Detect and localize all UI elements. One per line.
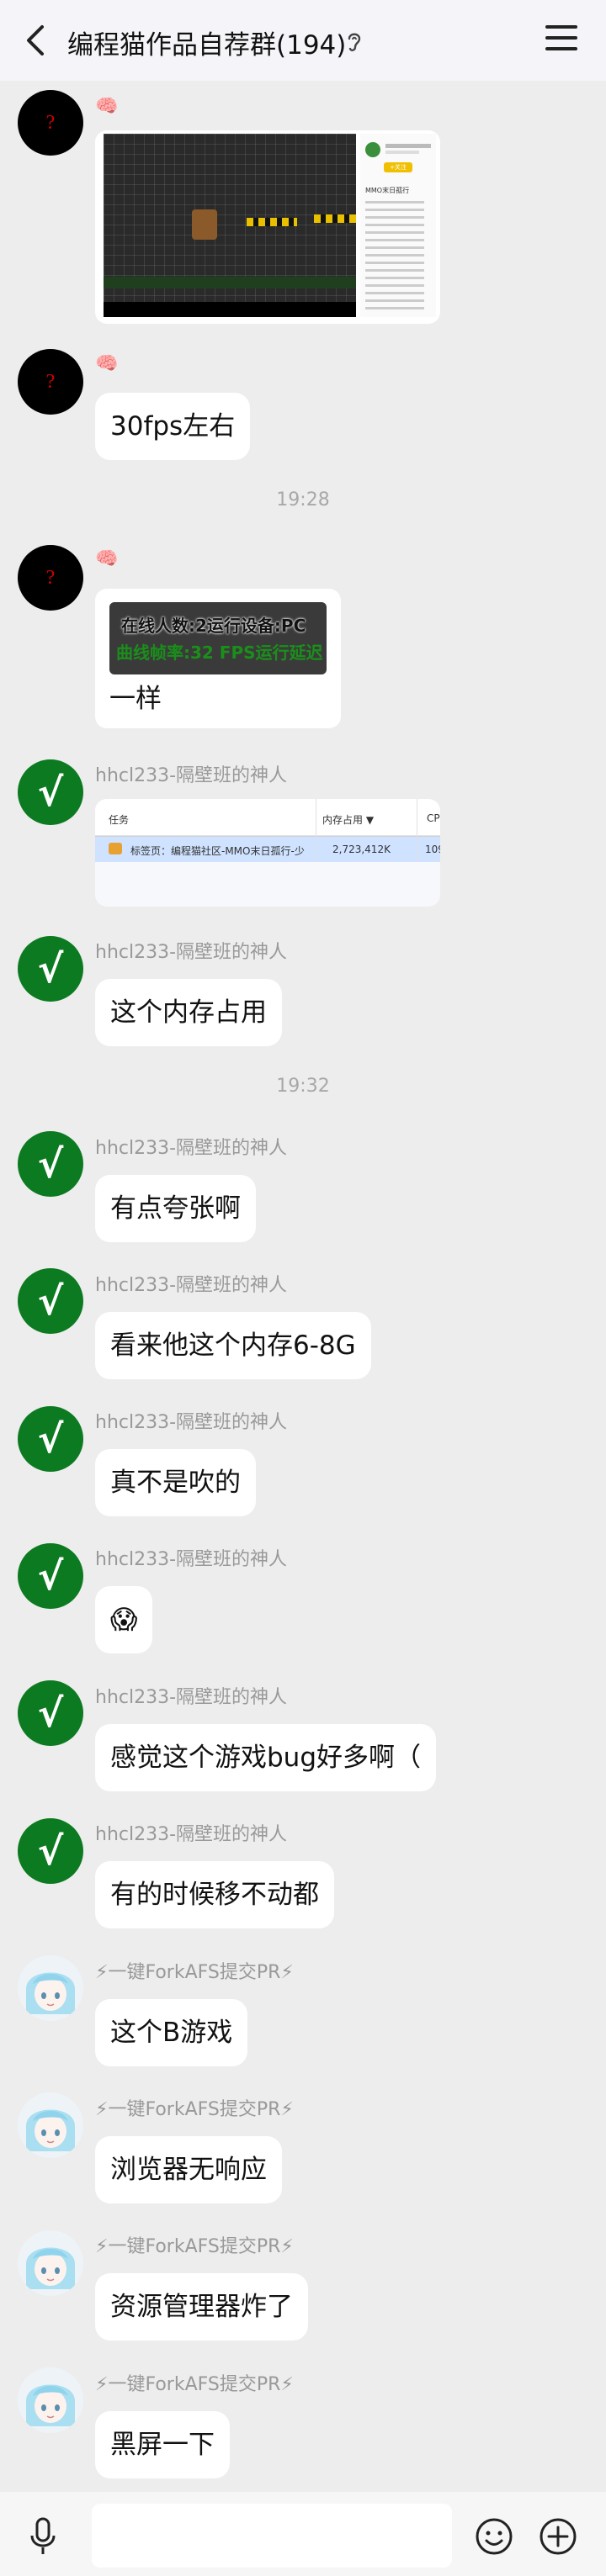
message-bubble[interactable]: 黑屏一下 xyxy=(95,2411,230,2478)
sender-name: ⚡一键ForkAFS提交PR⚡ xyxy=(95,2236,294,2257)
sender-name: 🧠 xyxy=(95,548,119,569)
avatar[interactable]: √ xyxy=(18,1818,83,1884)
message-bubble[interactable]: 30fps左右 xyxy=(95,393,251,460)
sender-name: hhcl233-隔壁班的神人 xyxy=(95,1275,288,1296)
sender-name: hhcl233-隔壁班的神人 xyxy=(95,1549,288,1570)
sender-name: hhcl233-隔壁班的神人 xyxy=(95,765,288,786)
sender-name: hhcl233-隔壁班的神人 xyxy=(95,1412,288,1433)
menu-icon[interactable] xyxy=(545,25,577,56)
avatar[interactable]: ? xyxy=(18,545,83,611)
avatar[interactable]: √ xyxy=(18,1268,83,1334)
avatar[interactable]: ? xyxy=(18,90,83,156)
avatar[interactable]: √ xyxy=(18,759,83,825)
message-bubble[interactable]: 有点夸张啊 xyxy=(95,1175,256,1242)
image-message[interactable]: +关注 MMO末日孤行 xyxy=(95,130,440,324)
message-bubble[interactable]: 在线人数:2运行设备:PC 曲线帧率:32 FPS运行延迟 一样 xyxy=(95,589,341,728)
emoji-icon[interactable] xyxy=(475,2517,513,2556)
avatar[interactable] xyxy=(18,2230,83,2296)
avatar[interactable]: √ xyxy=(18,1406,83,1472)
avatar[interactable] xyxy=(18,2092,83,2158)
anime-avatar-icon xyxy=(18,2367,83,2433)
timestamp: 19:32 xyxy=(276,1076,330,1097)
message-bubble[interactable]: 😱 xyxy=(95,1586,153,1653)
anime-avatar-icon xyxy=(18,2092,83,2158)
input-bar xyxy=(0,2492,606,2576)
plus-icon[interactable] xyxy=(539,2517,577,2556)
game-screenshot xyxy=(104,134,356,317)
sender-name: 🧠 xyxy=(95,96,119,117)
message-bubble[interactable]: 资源管理器炸了 xyxy=(95,2273,308,2341)
avatar[interactable] xyxy=(18,1955,83,2021)
sender-name: 🧠 xyxy=(95,353,119,374)
avatar[interactable]: √ xyxy=(18,1131,83,1197)
avatar[interactable]: √ xyxy=(18,1543,83,1609)
group-title: 编程猫作品自荐群(194) xyxy=(67,30,347,61)
sender-name: hhcl233-隔壁班的神人 xyxy=(95,942,288,963)
anime-avatar-icon xyxy=(18,2230,83,2296)
message-bubble[interactable]: 真不是吹的 xyxy=(95,1449,256,1516)
message-input[interactable] xyxy=(92,2504,452,2568)
sender-name: hhcl233-隔壁班的神人 xyxy=(95,1138,288,1159)
sender-name: ⚡一键ForkAFS提交PR⚡ xyxy=(95,1962,294,1983)
sender-name: ⚡一键ForkAFS提交PR⚡ xyxy=(95,2099,294,2120)
anime-avatar-icon xyxy=(18,1955,83,2021)
message-bubble[interactable]: 看来他这个内存6-8G xyxy=(95,1312,371,1379)
image-thumbnail: 在线人数:2运行设备:PC 曲线帧率:32 FPS运行延迟 xyxy=(109,602,327,674)
ear-icon xyxy=(348,33,361,51)
sender-name: ⚡一键ForkAFS提交PR⚡ xyxy=(95,2374,294,2395)
avatar[interactable] xyxy=(18,2367,83,2433)
timestamp: 19:28 xyxy=(276,489,330,510)
sender-name: hhcl233-隔壁班的神人 xyxy=(95,1824,288,1845)
microphone-icon[interactable] xyxy=(29,2517,57,2556)
tab-icon xyxy=(109,843,122,854)
message-bubble[interactable]: 这个内存占用 xyxy=(95,979,282,1046)
sender-name: hhcl233-隔壁班的神人 xyxy=(95,1687,288,1708)
image-message[interactable]: 任务 内存占用 ▼ CP 标签页：编程猫社区-MMO末日孤行-少 2,723,4… xyxy=(95,799,440,907)
message-bubble[interactable]: 有的时候移不动都 xyxy=(95,1861,334,1928)
message-bubble[interactable]: 浏览器无响应 xyxy=(95,2136,282,2203)
message-bubble[interactable]: 感觉这个游戏bug好多啊（ xyxy=(95,1724,437,1791)
back-arrow-icon[interactable] xyxy=(20,22,50,59)
chat-header: 编程猫作品自荐群(194) xyxy=(0,0,606,81)
avatar[interactable]: √ xyxy=(18,936,83,1002)
avatar[interactable]: ? xyxy=(18,349,83,415)
message-text: 一样 xyxy=(109,684,162,714)
message-bubble[interactable]: 这个B游戏 xyxy=(95,1999,248,2066)
avatar[interactable]: √ xyxy=(18,1680,83,1746)
game-info-panel: +关注 MMO末日孤行 xyxy=(360,134,436,317)
